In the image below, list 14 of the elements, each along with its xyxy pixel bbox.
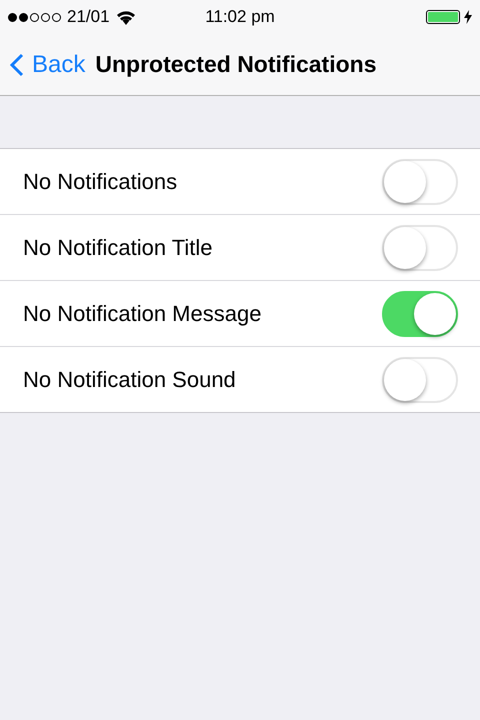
setting-label: No Notifications bbox=[23, 168, 178, 194]
back-button[interactable]: Back bbox=[10, 50, 86, 78]
page-title: Unprotected Notifications bbox=[95, 51, 376, 78]
signal-icon bbox=[8, 12, 61, 22]
clock-text: 11:02 pm bbox=[205, 7, 275, 27]
carrier-text: 21/01 bbox=[67, 7, 110, 27]
battery-icon bbox=[426, 10, 460, 24]
toggle-switch[interactable] bbox=[382, 290, 458, 336]
setting-label: No Notification Message bbox=[23, 300, 262, 326]
setting-label: No Notification Title bbox=[23, 234, 213, 260]
setting-label: No Notification Sound bbox=[23, 366, 236, 392]
wifi-icon bbox=[116, 10, 136, 24]
charging-icon bbox=[464, 10, 472, 24]
chevron-icon bbox=[10, 52, 24, 76]
